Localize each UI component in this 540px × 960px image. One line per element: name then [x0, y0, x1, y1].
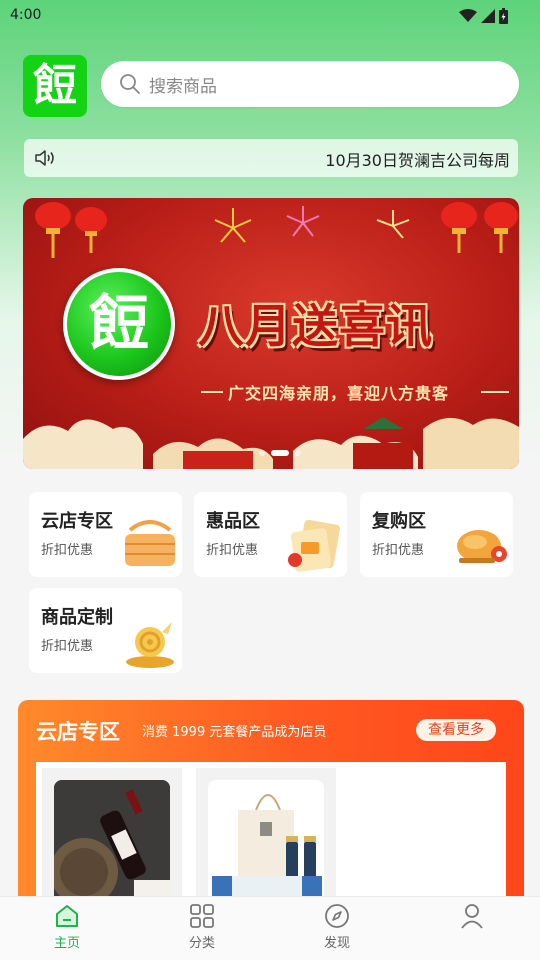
gold-snail-icon — [126, 622, 174, 668]
lantern-icon — [441, 202, 518, 253]
compass-icon — [325, 904, 349, 928]
signal-icon — [481, 9, 495, 23]
grid-icon — [190, 904, 214, 928]
wifi-icon — [459, 9, 477, 22]
view-more-button[interactable]: 查看更多 — [416, 719, 496, 741]
banner-logo: 餖 — [63, 268, 175, 380]
category-subtitle: 折扣优惠 — [41, 543, 94, 558]
status-time: 4:00 — [10, 7, 42, 23]
notice-bar[interactable]: 10月30日贺澜吉公司每周 — [24, 139, 518, 177]
bottom-tab-bar: 主页 分类 发现 — [0, 896, 540, 960]
profile-icon — [461, 904, 483, 929]
tab-category[interactable]: 分类 — [172, 903, 232, 959]
roast-chicken-icon — [457, 530, 507, 563]
search-placeholder: 搜索商品 — [149, 76, 217, 97]
category-yundian[interactable]: 云店专区 折扣优惠 — [29, 492, 182, 577]
app-logo: 餖 — [23, 55, 87, 117]
category-subtitle: 折扣优惠 — [206, 543, 259, 558]
banner-dot-active[interactable] — [271, 450, 289, 456]
battery-icon — [499, 8, 508, 24]
speaker-icon — [35, 150, 54, 166]
tab-home[interactable]: 主页 — [37, 903, 97, 959]
category-dingzhi[interactable]: 商品定制 折扣优惠 — [29, 588, 182, 673]
section-title: 云店专区 — [36, 720, 120, 744]
section-subtitle: 消费 1999 元套餐产品成为店员 — [142, 725, 327, 740]
notice-text: 10月30日贺澜吉公司每周 — [325, 151, 510, 170]
tab-profile[interactable] — [442, 903, 502, 959]
category-title: 复购区 — [372, 511, 426, 532]
status-icons — [459, 8, 508, 24]
tab-discover[interactable]: 发现 — [307, 903, 367, 959]
tab-label: 发现 — [323, 936, 350, 951]
status-bar: 4:00 — [0, 0, 540, 34]
banner-divider — [481, 391, 509, 393]
home-icon — [56, 905, 78, 927]
banner-pagination — [259, 450, 301, 456]
app-logo-text: 餖 — [33, 60, 77, 111]
tab-label: 主页 — [53, 936, 80, 951]
banner-divider — [201, 391, 223, 393]
lantern-icon — [35, 202, 107, 258]
category-huipin[interactable]: 惠品区 折扣优惠 — [194, 492, 347, 577]
banner-dot[interactable] — [295, 450, 301, 456]
search-icon — [120, 74, 140, 94]
clouds-decoration — [23, 417, 519, 469]
category-title: 商品定制 — [41, 607, 113, 628]
category-fugou[interactable]: 复购区 折扣优惠 — [360, 492, 513, 577]
fireworks-icon — [214, 206, 410, 243]
category-subtitle: 折扣优惠 — [372, 543, 425, 558]
tab-label: 分类 — [188, 936, 215, 951]
banner-dot[interactable] — [259, 450, 265, 456]
coupon-icon — [288, 520, 340, 572]
category-title: 惠品区 — [206, 511, 260, 532]
banner-title: 八月送喜讯 — [198, 299, 433, 353]
category-subtitle: 折扣优惠 — [41, 639, 94, 654]
banner-logo-text: 餖 — [89, 289, 149, 359]
category-title: 云店专区 — [41, 511, 113, 532]
promo-banner[interactable]: 餖 八月送喜讯 广交四海亲朋，喜迎八方贵客 — [23, 198, 519, 469]
basket-icon — [125, 520, 175, 566]
search-input[interactable]: 搜索商品 — [101, 61, 519, 107]
